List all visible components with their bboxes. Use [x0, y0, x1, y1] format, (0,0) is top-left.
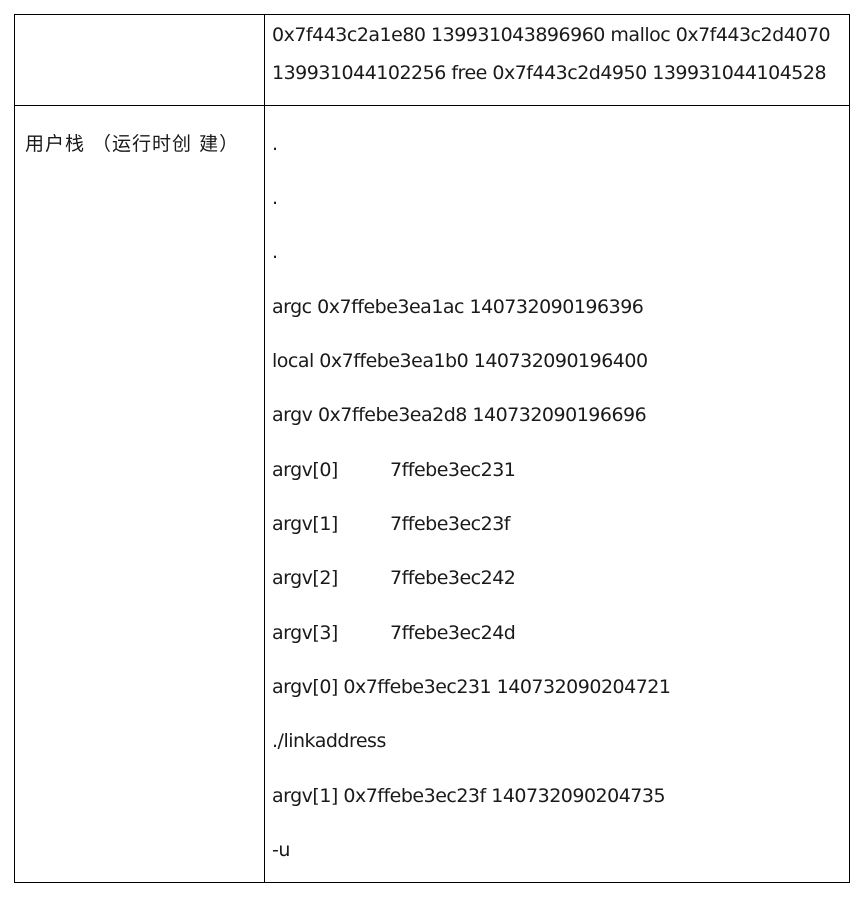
argv1-string-line: -u: [272, 839, 290, 861]
argc-line: argc 0x7ffebe3ea1ac 140732090196396: [272, 296, 644, 318]
memory-layout-table: 0x7f443c2a1e80 139931043896960 malloc 0x…: [14, 14, 850, 883]
row-divider: [15, 105, 849, 106]
argv-line: argv 0x7ffebe3ea2d8 140732090196696: [272, 404, 647, 426]
ellipsis-dot: .: [272, 133, 278, 155]
user-stack-label: 用户栈 （运行时创 建）: [25, 133, 240, 155]
argv-entry-value: 7ffebe3ec231: [390, 459, 516, 481]
argv0-detail-line: argv[0] 0x7ffebe3ec231 140732090204721: [272, 676, 671, 698]
argv0-string-line: ./linkaddress: [272, 730, 386, 752]
argv-entry-name: argv[0]: [272, 459, 338, 481]
ellipsis-dot: .: [272, 241, 278, 263]
ellipsis-dot: .: [272, 187, 278, 209]
argv-entry-name: argv[3]: [272, 622, 338, 644]
argv1-detail-line: argv[1] 0x7ffebe3ec23f 140732090204735: [272, 785, 666, 807]
argv-entry-value: 7ffebe3ec242: [390, 567, 516, 589]
local-line: local 0x7ffebe3ea1b0 140732090196400: [272, 350, 648, 372]
column-divider: [264, 15, 265, 882]
heap-address-line: 139931044102256 free 0x7f443c2d4950 1399…: [272, 62, 827, 84]
argv-entry-name: argv[2]: [272, 567, 338, 589]
heap-address-line: 0x7f443c2a1e80 139931043896960 malloc 0x…: [272, 24, 831, 46]
argv-entry-value: 7ffebe3ec23f: [390, 513, 511, 535]
argv-entry-name: argv[1]: [272, 513, 338, 535]
argv-entry-value: 7ffebe3ec24d: [390, 622, 516, 644]
